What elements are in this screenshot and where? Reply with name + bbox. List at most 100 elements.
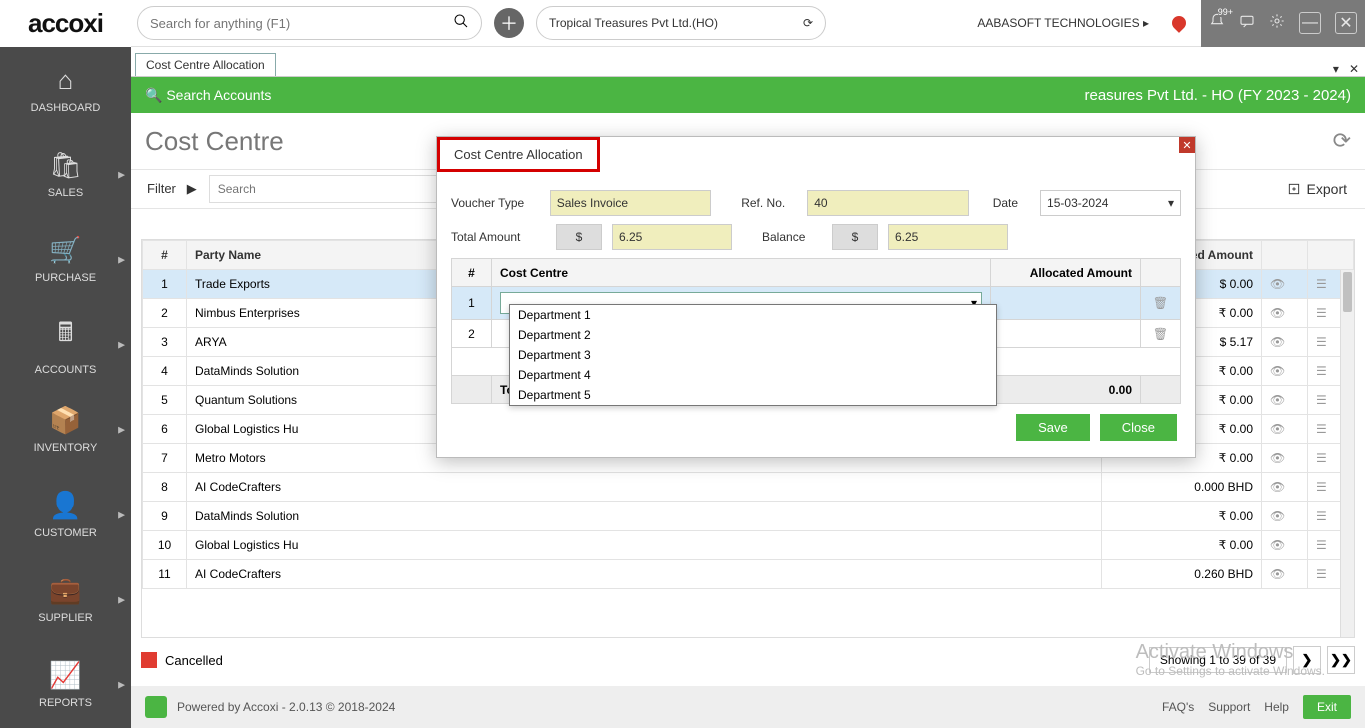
pager-info: Showing 1 to 39 of 39 — [1149, 647, 1287, 673]
chevron-right-icon: ▶ — [118, 594, 125, 605]
view-icon[interactable]: 👁 — [1262, 415, 1308, 444]
sidebar-label: REPORTS — [39, 697, 92, 709]
voucher-type-value: Sales Invoice — [550, 190, 712, 216]
view-icon[interactable]: 👁 — [1262, 444, 1308, 473]
global-search[interactable] — [137, 6, 482, 40]
sidebar-item-sales[interactable]: 🛍SALES▶ — [0, 132, 131, 217]
gear-icon[interactable] — [1269, 13, 1285, 34]
status-row: Cancelled Showing 1 to 39 of 39 ❯ ❯❯ — [141, 640, 1355, 680]
company-name: Tropical Treasures Pvt Ltd.(HO) — [549, 16, 718, 30]
modal-row-amount[interactable] — [991, 287, 1141, 320]
logo[interactable]: accoxi — [0, 0, 131, 47]
bag-icon: 🛍 — [49, 150, 82, 181]
save-button[interactable]: Save — [1016, 414, 1090, 441]
tab-menu-icon[interactable]: ▾ — [1333, 62, 1339, 76]
close-button[interactable]: Close — [1100, 414, 1177, 441]
bell-icon[interactable] — [1209, 13, 1225, 34]
view-icon[interactable]: 👁 — [1262, 299, 1308, 328]
dropdown-option[interactable]: Department 1 — [510, 305, 996, 325]
footer-faq[interactable]: FAQ's — [1162, 700, 1194, 714]
row-party: DataMinds Solution — [187, 502, 1102, 531]
context-bar: 🔍 Search Accounts reasures Pvt Ltd. - HO… — [131, 77, 1365, 113]
row-index: 9 — [143, 502, 187, 531]
chevron-right-icon: ▶ — [118, 424, 125, 435]
view-icon[interactable]: 👁 — [1262, 386, 1308, 415]
modal-row-amount[interactable] — [991, 320, 1141, 348]
cost-centre-dropdown-list[interactable]: Department 1Department 2Department 3Depa… — [509, 304, 997, 406]
view-icon[interactable]: 👁 — [1262, 531, 1308, 560]
ref-no-value: 40 — [807, 190, 969, 216]
minimize-button[interactable]: — — [1299, 12, 1321, 34]
search-icon[interactable] — [453, 13, 469, 34]
refresh-icon[interactable]: ⟳ — [1333, 128, 1351, 154]
view-icon[interactable]: 👁 — [1262, 357, 1308, 386]
delete-row-button[interactable]: 🗑 — [1141, 287, 1181, 320]
view-icon[interactable]: 👁 — [1262, 270, 1308, 299]
chevron-right-icon: ▶ — [118, 679, 125, 690]
sync-icon[interactable]: ⟳ — [803, 16, 813, 30]
tenant-name[interactable]: AABASOFT TECHNOLOGIES ▸ — [977, 16, 1149, 30]
view-icon[interactable]: 👁 — [1262, 560, 1308, 589]
chat-icon[interactable] — [1239, 13, 1255, 34]
row-party: Global Logistics Hu — [187, 531, 1102, 560]
footer-exit[interactable]: Exit — [1303, 695, 1351, 719]
row-amount: ₹ 0.00 — [1102, 531, 1262, 560]
sidebar-item-accounts[interactable]: 🖩ACCOUNTS▶ — [0, 302, 131, 387]
sidebar-item-reports[interactable]: 📈REPORTS▶ — [0, 642, 131, 727]
modal-row-index: 1 — [452, 287, 492, 320]
footer-help[interactable]: Help — [1264, 700, 1289, 714]
delete-row-button[interactable]: 🗑 — [1141, 320, 1181, 348]
tab-close-icon[interactable]: ✕ — [1349, 62, 1359, 76]
view-icon[interactable]: 👁 — [1262, 328, 1308, 357]
sidebar-item-inventory[interactable]: 📦INVENTORY▶ — [0, 387, 131, 472]
chevron-right-icon: ▶ — [118, 339, 125, 350]
col-view — [1262, 241, 1308, 270]
table-row[interactable]: 8AI CodeCrafters0.000 BHD👁☰ — [143, 473, 1354, 502]
global-search-input[interactable] — [150, 16, 453, 31]
sidebar-item-customer[interactable]: 👤CUSTOMER▶ — [0, 472, 131, 557]
table-row[interactable]: 11AI CodeCrafters0.260 BHD👁☰ — [143, 560, 1354, 589]
dropdown-option[interactable]: Department 3 — [510, 345, 996, 365]
page-title: Cost Centre — [145, 126, 284, 157]
sidebar-label: CUSTOMER — [34, 527, 97, 539]
mcol-index: # — [452, 259, 492, 287]
row-party: AI CodeCrafters — [187, 560, 1102, 589]
export-button[interactable]: Export — [1279, 177, 1355, 201]
modal-close-button[interactable]: ✕ — [1179, 137, 1195, 153]
pager-next[interactable]: ❯ — [1293, 646, 1321, 674]
table-row[interactable]: 9DataMinds Solution₹ 0.00👁☰ — [143, 502, 1354, 531]
company-selector[interactable]: Tropical Treasures Pvt Ltd.(HO) ⟳ — [536, 6, 826, 40]
pager-last[interactable]: ❯❯ — [1327, 646, 1355, 674]
search-accounts-link[interactable]: 🔍 Search Accounts — [145, 87, 271, 104]
table-row[interactable]: 10Global Logistics Hu₹ 0.00👁☰ — [143, 531, 1354, 560]
footer-support[interactable]: Support — [1208, 700, 1250, 714]
context-title: reasures Pvt Ltd. - HO (FY 2023 - 2024) — [1084, 87, 1351, 104]
modal-row-index: 2 — [452, 320, 492, 348]
footer-powered: Powered by Accoxi - 2.0.13 © 2018-2024 — [177, 700, 395, 714]
dropdown-option[interactable]: Department 5 — [510, 385, 996, 405]
row-index: 7 — [143, 444, 187, 473]
cost-centre-modal: Cost Centre Allocation ✕ Voucher Type Sa… — [436, 136, 1196, 458]
filter-label[interactable]: Filter ▶ — [141, 181, 203, 197]
date-picker[interactable]: 15-03-2024▾ — [1040, 190, 1181, 216]
sidebar-label: INVENTORY — [34, 442, 98, 454]
dropdown-option[interactable]: Department 2 — [510, 325, 996, 345]
date-label: Date — [993, 196, 1030, 210]
close-window-button[interactable]: ✕ — [1335, 12, 1357, 34]
sidebar-item-supplier[interactable]: 💼SUPPLIER▶ — [0, 557, 131, 642]
vertical-scrollbar[interactable] — [1340, 270, 1354, 637]
dropdown-option[interactable]: Department 4 — [510, 365, 996, 385]
home-icon: ⌂ — [58, 65, 74, 96]
currency-symbol-2: $ — [832, 224, 878, 250]
sidebar-item-purchase[interactable]: 🛒PURCHASE▶ — [0, 217, 131, 302]
mcol-cost-centre: Cost Centre — [492, 259, 991, 287]
sidebar-item-dashboard[interactable]: ⌂ DASHBOARD — [0, 47, 131, 132]
row-index: 8 — [143, 473, 187, 502]
col-index[interactable]: # — [143, 241, 187, 270]
mcol-amount: Allocated Amount — [991, 259, 1141, 287]
sidebar-label: DASHBOARD — [31, 102, 101, 114]
view-icon[interactable]: 👁 — [1262, 473, 1308, 502]
tab-cost-centre-allocation[interactable]: Cost Centre Allocation — [135, 53, 276, 76]
view-icon[interactable]: 👁 — [1262, 502, 1308, 531]
add-button[interactable]: ＋ — [494, 8, 524, 38]
